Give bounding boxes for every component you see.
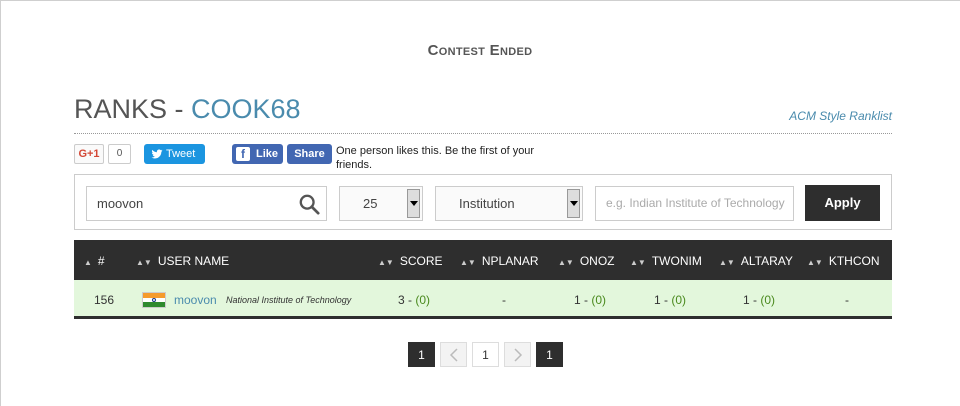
onoz-cell: 1 - (0) [574, 293, 607, 307]
fb-like-label: Like [256, 148, 279, 160]
facebook-like-button[interactable]: f Like [232, 144, 283, 164]
prev-page-button[interactable] [440, 342, 467, 367]
sort-icon: ▲▼ [719, 258, 735, 267]
page-first[interactable]: 1 [408, 342, 435, 367]
gplus-button[interactable]: G+1 [74, 144, 104, 164]
sort-icon: ▲▼ [460, 258, 476, 267]
gplus-count: 0 [108, 144, 131, 164]
contest-status: Contest Ended [427, 42, 533, 59]
username-search-input[interactable]: moovon [86, 186, 327, 221]
chevron-down-icon[interactable] [407, 189, 420, 218]
twitter-bird-icon [151, 149, 163, 159]
table-row: 156 moovon National Institute of Technol… [74, 280, 892, 319]
title-prefix: RANKS - [74, 94, 192, 124]
institution-text: National Institute of Technology [226, 295, 352, 305]
tweet-button[interactable]: Tweet [144, 144, 205, 164]
search-value: moovon [97, 196, 144, 211]
chevron-right-icon [513, 348, 522, 362]
chevron-down-icon[interactable] [567, 189, 580, 218]
altaray-cell: 1 - (0) [743, 293, 776, 307]
sort-icon: ▲▼ [807, 258, 823, 267]
column-header-nplanar[interactable]: ▲▼ NPLANAR [460, 254, 539, 268]
rank-cell: 156 [94, 293, 115, 307]
column-header-username[interactable]: ▲▼ USER NAME [136, 254, 229, 268]
sort-icon: ▲▼ [136, 258, 152, 267]
column-header-score[interactable]: ▲▼ SCORE [378, 254, 443, 268]
sort-icon: ▲▼ [630, 258, 646, 267]
page-title: RANKS - COOK68 [74, 94, 301, 125]
next-page-button[interactable] [504, 342, 531, 367]
institution-input[interactable]: e.g. Indian Institute of Technology [595, 186, 794, 221]
search-icon[interactable] [298, 193, 320, 215]
page-last[interactable]: 1 [536, 342, 563, 367]
sort-asc-icon: ▲ [84, 258, 92, 267]
acm-ranklist-link[interactable]: ACM Style Ranklist [789, 109, 892, 123]
per-page-select[interactable]: 25 [339, 186, 423, 221]
apply-button[interactable]: Apply [805, 185, 880, 221]
score-cell: 3 - (0) [398, 293, 431, 307]
tweet-label: Tweet [166, 148, 196, 160]
title-row: RANKS - COOK68 ACM Style Ranklist [74, 94, 892, 134]
page-current[interactable]: 1 [472, 342, 499, 367]
institution-select-value: Institution [459, 196, 515, 211]
table-header: ▲ # ▲▼ USER NAME ▲▼ SCORE ▲▼ NPLANAR ▲▼ ONOZ … [74, 240, 892, 280]
sort-icon: ▲▼ [558, 258, 574, 267]
per-page-value: 25 [363, 196, 378, 211]
filter-bar: moovon 25 Institution e.g. Indian Instit… [74, 174, 892, 230]
chevron-left-icon [449, 348, 458, 362]
india-flag-icon [142, 292, 166, 308]
facebook-icon: f [236, 147, 250, 161]
contest-code-link[interactable]: COOK68 [191, 94, 301, 124]
username-link[interactable]: moovon [174, 293, 217, 307]
column-header-onoz[interactable]: ▲▼ ONOZ [558, 254, 615, 268]
nplanar-cell: - [502, 293, 506, 307]
facebook-share-button[interactable]: Share [287, 144, 332, 164]
column-header-kthcon[interactable]: ▲▼ KTHCON [807, 254, 880, 268]
social-bar: G+1 0 Tweet f Like Share One person like… [74, 144, 574, 172]
twonim-cell: 1 - (0) [654, 293, 687, 307]
facebook-like-text: One person likes this. Be the first of y… [336, 145, 535, 171]
institution-type-select[interactable]: Institution [435, 186, 583, 221]
column-header-twonim[interactable]: ▲▼ TWONIM [630, 254, 702, 268]
kthcon-cell: - [845, 293, 849, 307]
ranks-table: ▲ # ▲▼ USER NAME ▲▼ SCORE ▲▼ NPLANAR ▲▼ ONOZ … [74, 240, 892, 319]
sort-icon: ▲▼ [378, 258, 394, 267]
column-header-altaray[interactable]: ▲▼ ALTARAY [719, 254, 793, 268]
column-header-rank[interactable]: ▲ # [84, 254, 105, 268]
